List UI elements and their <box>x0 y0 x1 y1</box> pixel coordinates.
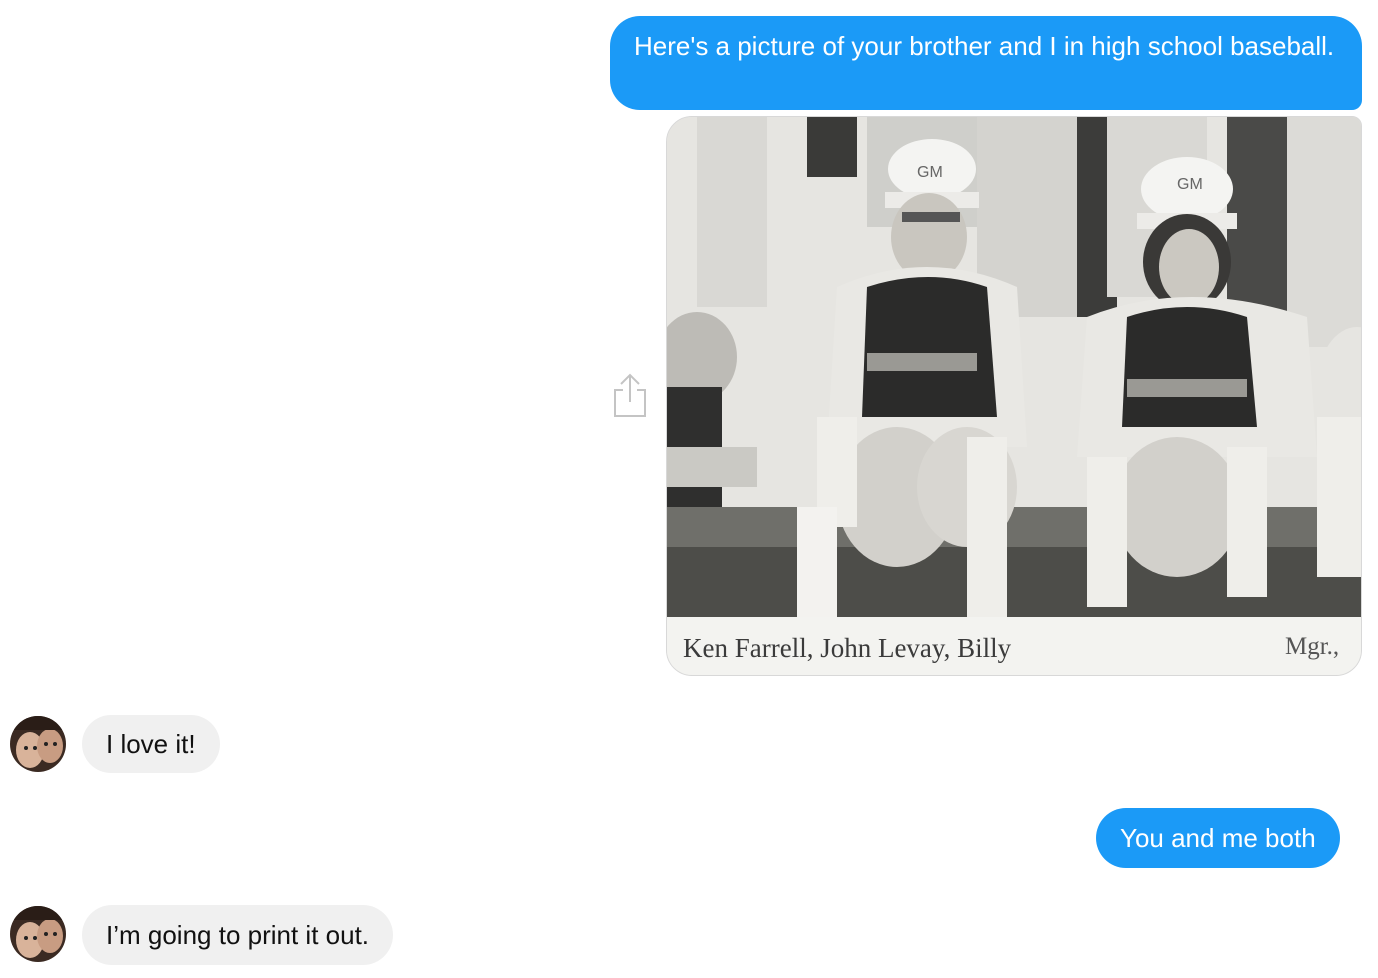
cap-letters-1: GM <box>917 164 943 181</box>
shared-photo[interactable]: GM GM Ken Farrell, John Levay, Billy Mgr… <box>666 116 1362 676</box>
baseball-team-photo: GM GM <box>667 117 1361 675</box>
cap-letters-2: GM <box>1177 176 1203 193</box>
avatar[interactable] <box>10 716 66 772</box>
outgoing-message-bubble[interactable]: You and me both <box>1096 808 1340 868</box>
message-text: You and me both <box>1120 823 1316 853</box>
message-thread: Here's a picture of your brother and I i… <box>0 0 1378 978</box>
avatar[interactable] <box>10 906 66 962</box>
outgoing-message-bubble[interactable]: Here's a picture of your brother and I i… <box>610 16 1362 110</box>
incoming-message-bubble[interactable]: I love it! <box>82 715 220 773</box>
incoming-message-bubble[interactable]: I’m going to print it out. <box>82 905 394 965</box>
message-text: I love it! <box>106 729 196 759</box>
avatar-photo <box>10 906 66 962</box>
photo-caption: Ken Farrell, John Levay, Billy <box>683 633 1012 663</box>
avatar-photo <box>10 716 66 772</box>
message-text: I’m going to print it out. <box>106 920 370 950</box>
photo-caption-right: Mgr., <box>1285 633 1340 660</box>
share-icon[interactable] <box>611 372 649 418</box>
message-text: Here's a picture of your brother and I i… <box>634 31 1335 61</box>
